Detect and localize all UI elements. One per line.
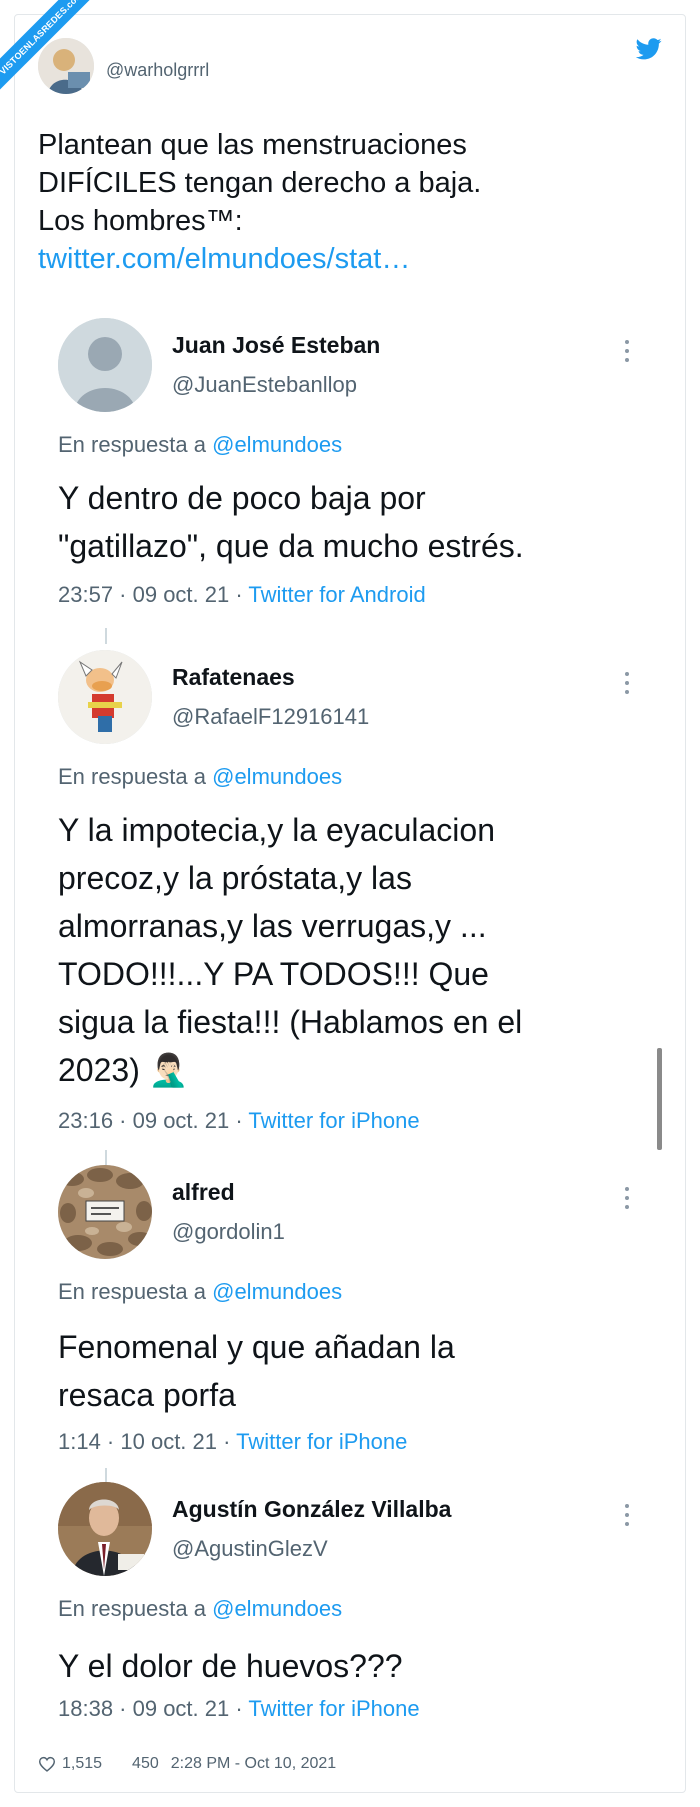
in-reply-to-prefix: En respuesta a: [58, 432, 213, 457]
reply-tweet: Rafatenaes @RafaelF12916141 En respuesta…: [58, 650, 638, 1140]
in-reply-to-mention[interactable]: @elmundoes: [212, 764, 342, 789]
tweet-footer: 1,515 450 2:28 PM - Oct 10, 2021: [38, 1755, 336, 1773]
like-count[interactable]: 1,515: [62, 1755, 102, 1773]
reply-meta: 23:57 · 09 oct. 21 · Twitter for Android: [58, 582, 426, 608]
tweet-text-line: Plantean que las menstruaciones: [38, 129, 467, 161]
author-avatar[interactable]: [38, 38, 94, 94]
tweet-text-line: Los hombres™:: [38, 205, 243, 237]
in-reply-to: En respuesta a @elmundoes: [58, 1279, 342, 1305]
reply-avatar[interactable]: [58, 1482, 152, 1576]
reply-text-line: resaca porfa: [58, 1377, 236, 1413]
reply-text-line: 2023) 🤦🏻‍♂️: [58, 1052, 189, 1088]
heart-icon[interactable]: [38, 1756, 56, 1772]
reply-text-line: "gatillazo", que da mucho estrés.: [58, 528, 524, 564]
more-options-icon[interactable]: [624, 340, 630, 366]
tweet-text: Plantean que las menstruaciones DIFÍCILE…: [38, 126, 638, 278]
tweet-link[interactable]: twitter.com/elmundoes/stat…: [38, 240, 638, 278]
reply-avatar[interactable]: [58, 650, 152, 744]
reply-timestamp[interactable]: 23:57 · 09 oct. 21 ·: [58, 582, 248, 607]
reply-text: Y la impotecia,y la eyaculacion precoz,y…: [58, 806, 638, 1094]
reply-author-handle[interactable]: @AgustinGlezV: [172, 1536, 328, 1562]
reply-tweet: Agustín González Villalba @AgustinGlezV …: [58, 1482, 638, 1727]
reply-source[interactable]: Twitter for Android: [248, 582, 425, 607]
in-reply-to-prefix: En respuesta a: [58, 764, 213, 789]
reply-source[interactable]: Twitter for iPhone: [236, 1429, 407, 1454]
tweet-timestamp[interactable]: 2:28 PM - Oct 10, 2021: [171, 1755, 336, 1773]
reply-text-line: Y dentro de poco baja por: [58, 480, 426, 516]
reply-source[interactable]: Twitter for iPhone: [248, 1696, 419, 1721]
reply-author-handle[interactable]: @JuanEstebanllop: [172, 372, 357, 398]
reply-author-name[interactable]: alfred: [172, 1179, 235, 1206]
in-reply-to-prefix: En respuesta a: [58, 1596, 213, 1621]
reply-text-line: sigua la fiesta!!! (Hablamos en el: [58, 1004, 523, 1040]
in-reply-to-mention[interactable]: @elmundoes: [212, 1279, 342, 1304]
tweet-text-line: DIFÍCILES tengan derecho a baja.: [38, 167, 482, 199]
twitter-bird-icon: [636, 38, 662, 60]
reply-text-line: almorranas,y las verrugas,y ...: [58, 908, 487, 944]
more-options-icon[interactable]: [624, 672, 630, 698]
reply-author-handle[interactable]: @RafaelF12916141: [172, 704, 369, 730]
retweet-count[interactable]: 450: [132, 1755, 159, 1773]
reply-avatar[interactable]: [58, 1165, 152, 1259]
reply-timestamp[interactable]: 18:38 · 09 oct. 21 ·: [58, 1696, 248, 1721]
reply-author-name[interactable]: Juan José Esteban: [172, 332, 380, 359]
reply-text: Y el dolor de huevos???: [58, 1642, 638, 1690]
reply-text-line: Y el dolor de huevos???: [58, 1648, 403, 1684]
reply-meta: 18:38 · 09 oct. 21 · Twitter for iPhone: [58, 1696, 420, 1722]
reply-text: Fenomenal y que añadan la resaca porfa: [58, 1323, 638, 1419]
reply-timestamp[interactable]: 23:16 · 09 oct. 21 ·: [58, 1108, 248, 1133]
reply-text-line: precoz,y la próstata,y las: [58, 860, 412, 896]
reply-author-name[interactable]: Agustín González Villalba: [172, 1496, 451, 1523]
thread-connector: [105, 1150, 107, 1166]
in-reply-to: En respuesta a @elmundoes: [58, 764, 342, 790]
reply-meta: 1:14 · 10 oct. 21 · Twitter for iPhone: [58, 1429, 407, 1455]
in-reply-to-prefix: En respuesta a: [58, 1279, 213, 1304]
in-reply-to-mention[interactable]: @elmundoes: [212, 1596, 342, 1621]
reply-timestamp[interactable]: 1:14 · 10 oct. 21 ·: [58, 1429, 236, 1454]
reply-text-line: Fenomenal y que añadan la: [58, 1329, 455, 1365]
reply-meta: 23:16 · 09 oct. 21 · Twitter for iPhone: [58, 1108, 420, 1134]
reply-avatar[interactable]: [58, 318, 152, 412]
in-reply-to: En respuesta a @elmundoes: [58, 1596, 342, 1622]
in-reply-to-mention[interactable]: @elmundoes: [212, 432, 342, 457]
reply-text: Y dentro de poco baja por "gatillazo", q…: [58, 474, 638, 570]
reply-tweet: alfred @gordolin1 En respuesta a @elmund…: [58, 1165, 638, 1465]
reply-author-handle[interactable]: @gordolin1: [172, 1219, 285, 1245]
author-handle[interactable]: @warholgrrrl: [106, 60, 209, 81]
in-reply-to: En respuesta a @elmundoes: [58, 432, 342, 458]
thread-connector: [105, 628, 107, 644]
scrollbar[interactable]: [657, 1048, 662, 1150]
reply-text-line: TODO!!!...Y PA TODOS!!! Que: [58, 956, 489, 992]
reply-author-name[interactable]: Rafatenaes: [172, 664, 295, 691]
more-options-icon[interactable]: [624, 1504, 630, 1530]
more-options-icon[interactable]: [624, 1187, 630, 1213]
reply-tweet: Juan José Esteban @JuanEstebanllop En re…: [58, 318, 638, 618]
reply-source[interactable]: Twitter for iPhone: [248, 1108, 419, 1133]
reply-text-line: Y la impotecia,y la eyaculacion: [58, 812, 495, 848]
